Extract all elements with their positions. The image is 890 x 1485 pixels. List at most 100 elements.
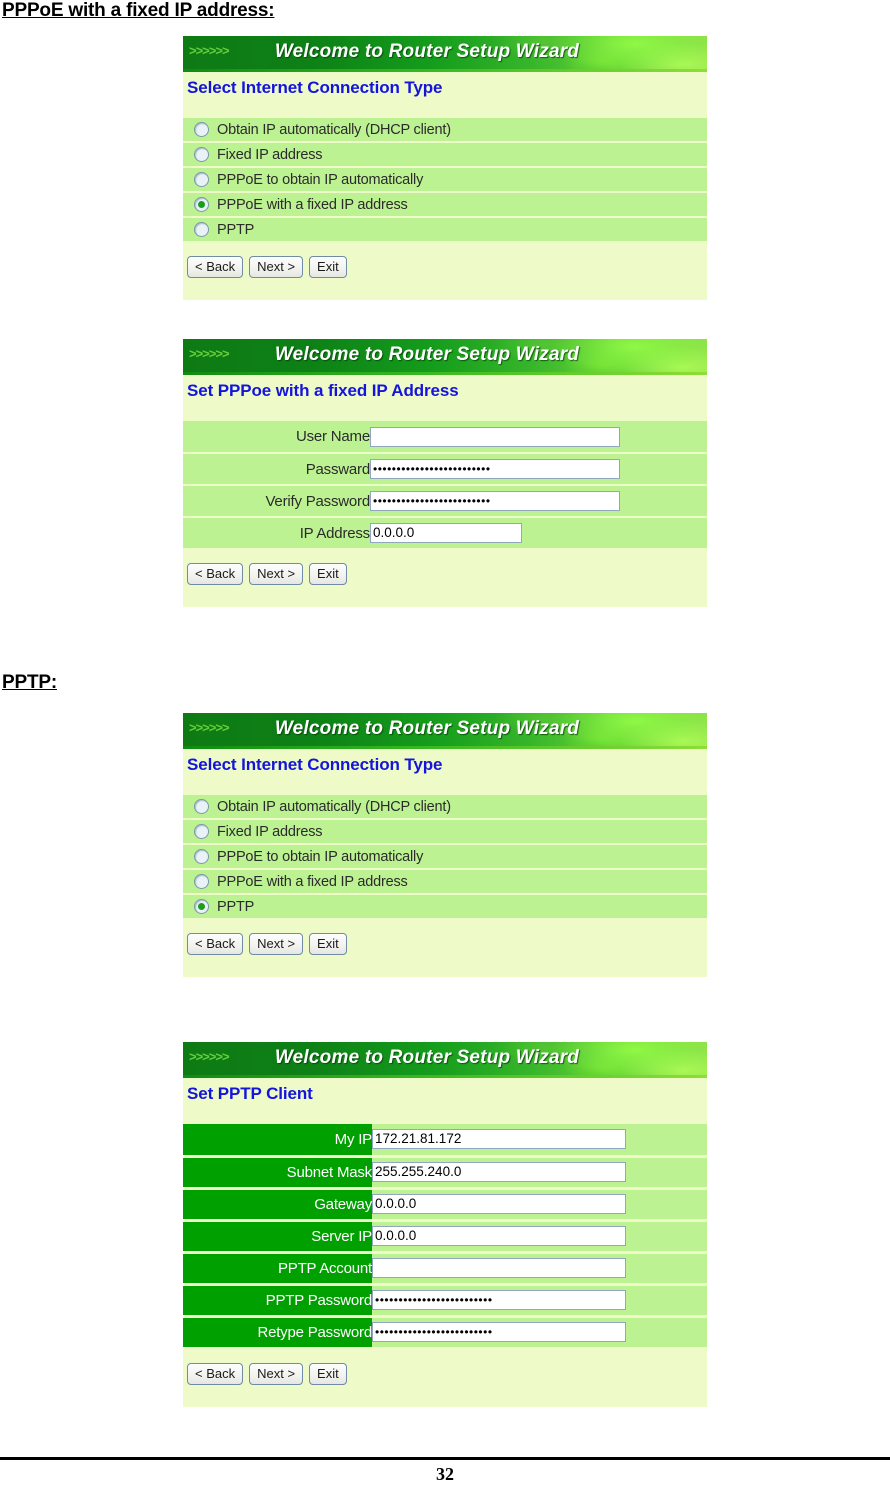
form-row-pptp-password: PPTP Password ••••••••••••••••••••••••• bbox=[183, 1284, 707, 1318]
radio-option-pptp[interactable]: PPTP bbox=[183, 218, 707, 243]
radio-button-icon[interactable] bbox=[194, 799, 209, 814]
radio-button-icon[interactable] bbox=[194, 147, 209, 162]
exit-button[interactable]: Exit bbox=[309, 256, 347, 278]
field-value-cell: ••••••••••••••••••••••••• bbox=[372, 1316, 707, 1350]
my-ip-input[interactable]: 172.21.81.172 bbox=[372, 1129, 626, 1150]
radio-option-label: Fixed IP address bbox=[217, 146, 323, 163]
radio-option-label: PPPoE with a fixed IP address bbox=[217, 196, 408, 213]
field-label: Server IP bbox=[183, 1220, 372, 1254]
wizard-banner: >>>>>> Welcome to Router Setup Wizard bbox=[183, 36, 707, 69]
wizard-button-bar: < Back Next > Exit bbox=[183, 1349, 707, 1397]
radio-option-pppoe-auto[interactable]: PPPoE to obtain IP automatically bbox=[183, 845, 707, 870]
wizard-button-bar: < Back Next > Exit bbox=[183, 243, 707, 290]
connection-type-radio-group: Obtain IP automatically (DHCP client) Fi… bbox=[183, 118, 707, 243]
radio-button-icon[interactable] bbox=[194, 122, 209, 137]
back-button[interactable]: < Back bbox=[187, 563, 244, 585]
exit-button[interactable]: Exit bbox=[309, 1362, 347, 1385]
field-value-cell bbox=[370, 421, 707, 454]
radio-option-label: Obtain IP automatically (DHCP client) bbox=[217, 798, 451, 815]
radio-button-icon[interactable] bbox=[194, 172, 209, 187]
field-value-cell: 0.0.0.0 bbox=[372, 1220, 707, 1254]
password-input[interactable]: ••••••••••••••••••••••••• bbox=[370, 459, 620, 479]
radio-option-dhcp[interactable]: Obtain IP automatically (DHCP client) bbox=[183, 118, 707, 143]
wizard-panel-set-pptp-client: >>>>>> Welcome to Router Setup Wizard Se… bbox=[183, 1042, 707, 1407]
server-ip-input[interactable]: 0.0.0.0 bbox=[372, 1226, 626, 1246]
user-name-input[interactable] bbox=[370, 426, 620, 447]
radio-option-label: PPTP bbox=[217, 221, 255, 238]
wizard-banner-title: Welcome to Router Setup Wizard bbox=[274, 41, 580, 62]
field-label: IP Address bbox=[183, 517, 370, 550]
next-button[interactable]: Next > bbox=[249, 563, 304, 585]
form-row-pptp-account: PPTP Account bbox=[183, 1252, 707, 1286]
page-footer: 32 bbox=[0, 1457, 890, 1485]
wizard-button-bar: < Back Next > Exit bbox=[183, 920, 707, 967]
radio-button-icon[interactable] bbox=[194, 874, 209, 889]
wizard-banner-title: Welcome to Router Setup Wizard bbox=[274, 1047, 580, 1068]
next-button[interactable]: Next > bbox=[249, 1362, 304, 1385]
retype-password-input[interactable]: ••••••••••••••••••••••••• bbox=[372, 1322, 626, 1342]
radio-button-icon[interactable] bbox=[194, 824, 209, 839]
field-value-cell: 0.0.0.0 bbox=[370, 517, 707, 550]
field-label: Passward bbox=[183, 453, 370, 486]
radio-option-label: PPTP bbox=[217, 898, 255, 915]
pptp-account-input[interactable] bbox=[372, 1258, 626, 1278]
pppoe-fixed-ip-form: User Name Passward •••••••••••••••••••••… bbox=[183, 421, 707, 550]
radio-option-pptp[interactable]: PPTP bbox=[183, 895, 707, 920]
radio-button-selected-icon[interactable] bbox=[194, 899, 209, 914]
wizard-banner: >>>>>> Welcome to Router Setup Wizard bbox=[183, 339, 707, 372]
field-label: User Name bbox=[183, 421, 370, 454]
wizard-panel-select-connection-type-pppoe: >>>>>> Welcome to Router Setup Wizard Se… bbox=[183, 36, 707, 300]
radio-option-pppoe-fixed[interactable]: PPPoE with a fixed IP address bbox=[183, 870, 707, 895]
pptp-password-input[interactable]: ••••••••••••••••••••••••• bbox=[372, 1290, 626, 1310]
radio-option-label: PPPoE to obtain IP automatically bbox=[217, 848, 424, 865]
field-value-cell: 255.255.240.0 bbox=[372, 1156, 707, 1190]
back-button[interactable]: < Back bbox=[187, 256, 244, 278]
field-label: PPTP Password bbox=[183, 1284, 372, 1318]
wizard-banner: >>>>>> Welcome to Router Setup Wizard bbox=[183, 1042, 707, 1075]
field-value-cell: 0.0.0.0 bbox=[372, 1188, 707, 1222]
next-button[interactable]: Next > bbox=[249, 256, 304, 278]
section-heading-pppoe-fixed: PPPoE with a fixed IP address: bbox=[2, 0, 275, 21]
back-button[interactable]: < Back bbox=[187, 1362, 244, 1385]
radio-option-fixed-ip[interactable]: Fixed IP address bbox=[183, 820, 707, 845]
subnet-mask-input[interactable]: 255.255.240.0 bbox=[372, 1162, 626, 1182]
form-row-subnet-mask: Subnet Mask 255.255.240.0 bbox=[183, 1156, 707, 1190]
verify-password-input[interactable]: ••••••••••••••••••••••••• bbox=[370, 491, 620, 511]
exit-button[interactable]: Exit bbox=[309, 563, 347, 585]
radio-button-selected-icon[interactable] bbox=[194, 197, 209, 212]
field-value-cell bbox=[372, 1252, 707, 1286]
field-label: My IP bbox=[183, 1124, 372, 1158]
field-value-cell: ••••••••••••••••••••••••• bbox=[370, 485, 707, 518]
gateway-input[interactable]: 0.0.0.0 bbox=[372, 1194, 626, 1214]
page-number: 32 bbox=[436, 1464, 454, 1484]
form-row-password: Passward ••••••••••••••••••••••••• bbox=[183, 453, 707, 486]
radio-option-pppoe-auto[interactable]: PPPoE to obtain IP automatically bbox=[183, 168, 707, 193]
ip-address-input[interactable]: 0.0.0.0 bbox=[370, 523, 522, 543]
wizard-banner-title: Welcome to Router Setup Wizard bbox=[274, 344, 580, 365]
radio-option-dhcp[interactable]: Obtain IP automatically (DHCP client) bbox=[183, 795, 707, 820]
radio-button-icon[interactable] bbox=[194, 222, 209, 237]
field-value-cell: ••••••••••••••••••••••••• bbox=[372, 1284, 707, 1318]
exit-button[interactable]: Exit bbox=[309, 933, 347, 955]
field-label: Retype Password bbox=[183, 1316, 372, 1350]
radio-option-fixed-ip[interactable]: Fixed IP address bbox=[183, 143, 707, 168]
wizard-panel-select-connection-type-pptp: >>>>>> Welcome to Router Setup Wizard Se… bbox=[183, 713, 707, 977]
panel-title: Select Internet Connection Type bbox=[187, 78, 443, 97]
radio-button-icon[interactable] bbox=[194, 849, 209, 864]
form-row-gateway: Gateway 0.0.0.0 bbox=[183, 1188, 707, 1222]
section-heading-pptp: PPTP: bbox=[2, 672, 57, 693]
radio-option-label: Obtain IP automatically (DHCP client) bbox=[217, 121, 451, 138]
wizard-banner: >>>>>> Welcome to Router Setup Wizard bbox=[183, 713, 707, 746]
wizard-button-bar: < Back Next > Exit bbox=[183, 550, 707, 597]
panel-footer-spacer bbox=[183, 597, 707, 607]
form-row-server-ip: Server IP 0.0.0.0 bbox=[183, 1220, 707, 1254]
wizard-panel-set-pppoe-fixed-ip: >>>>>> Welcome to Router Setup Wizard Se… bbox=[183, 339, 707, 607]
pptp-client-form: My IP 172.21.81.172 Subnet Mask 255.255.… bbox=[183, 1124, 707, 1350]
back-button[interactable]: < Back bbox=[187, 933, 244, 955]
next-button[interactable]: Next > bbox=[249, 933, 304, 955]
radio-option-label: Fixed IP address bbox=[217, 823, 323, 840]
radio-option-pppoe-fixed[interactable]: PPPoE with a fixed IP address bbox=[183, 193, 707, 218]
